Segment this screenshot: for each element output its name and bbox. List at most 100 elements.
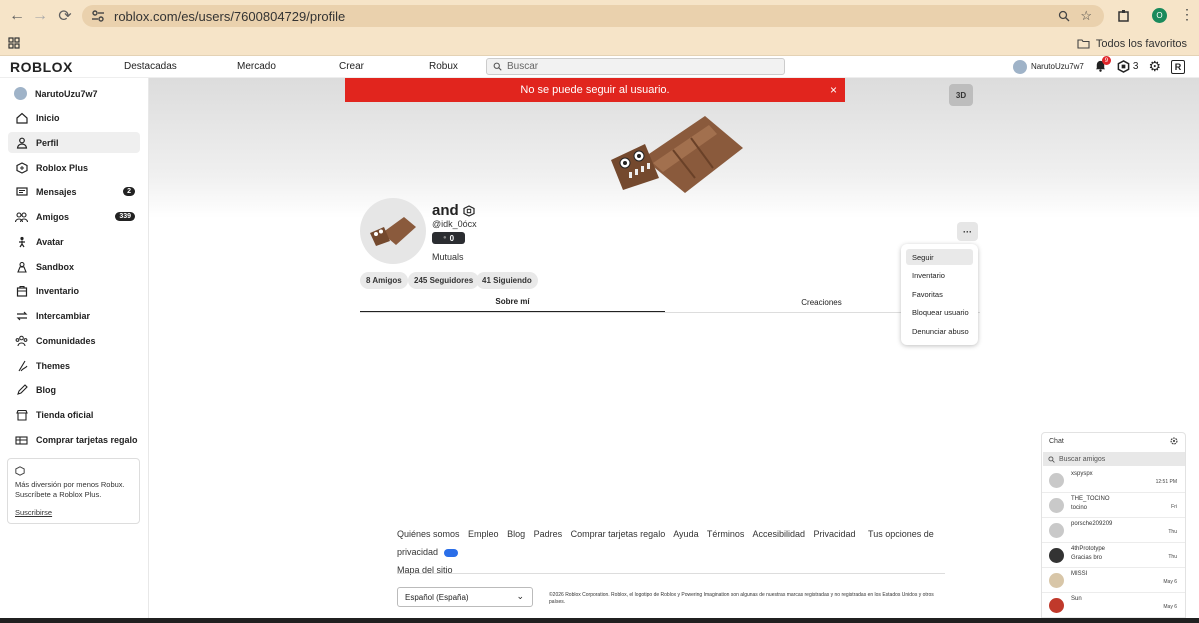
tabs-divider — [360, 312, 980, 313]
sidebar-item-tienda-oficial[interactable]: Tienda oficial — [8, 404, 140, 425]
blog-icon — [15, 383, 28, 396]
sidebar-item-avatar[interactable]: Avatar — [8, 231, 140, 252]
friends-badge: 339 — [115, 212, 135, 221]
tab-about[interactable]: Sobre mí — [360, 292, 665, 313]
all-bookmarks[interactable]: Todos los favoritos — [1077, 38, 1187, 50]
friends-count-pill[interactable]: 8 Amigos — [360, 272, 408, 289]
subscribe-link[interactable]: Suscribirse — [15, 508, 132, 518]
sidebar-user[interactable]: NarutoUzu7w7 — [14, 87, 98, 100]
privacy-toggle-icon — [444, 548, 459, 557]
error-message: No se puede seguir al usuario. — [520, 84, 670, 96]
sidebar-item-roblox-plus[interactable]: Roblox Plus — [8, 157, 140, 178]
avatar — [1012, 59, 1027, 74]
sidebar-item-label: Inventario — [36, 285, 80, 296]
sidebar-item-blog[interactable]: Blog — [8, 379, 140, 400]
sidebar-item-gift-cards[interactable]: Comprar tarjetas regalo — [8, 429, 140, 450]
bookmarks-folder-label: Todos los favoritos — [1095, 37, 1187, 50]
notifications-button[interactable]: 9 — [1094, 56, 1111, 74]
apps-grid-icon[interactable] — [8, 37, 20, 49]
extensions-icon[interactable] — [1117, 9, 1131, 23]
sidebar-item-themes[interactable]: Themes — [8, 355, 140, 376]
menu-item-block-user[interactable]: Bloquear usuario — [906, 304, 973, 320]
mutuals-label[interactable]: Mutuals — [432, 252, 464, 262]
avatar-headshot-image — [370, 217, 416, 246]
avatar-3d-model[interactable] — [605, 108, 745, 198]
menu-item-follow[interactable]: Seguir — [906, 249, 973, 265]
chat-contact-name: xspyspx — [1071, 471, 1093, 477]
chat-conversation[interactable]: xspyspx 12:51 PM — [1042, 468, 1185, 493]
address-bar[interactable]: roblox.com/es/users/7600804729/profile ☆ — [82, 5, 1104, 27]
following-count-pill[interactable]: 41 Siguiendo — [476, 272, 538, 289]
menu-kebab-icon[interactable]: ⋮ — [1180, 6, 1194, 23]
giftcard-icon — [15, 433, 28, 446]
roblox-plus-promo: Más diversión por menos Robux. Suscríbet… — [7, 458, 140, 524]
profile-avatar[interactable]: O — [1152, 8, 1167, 23]
footer-link-about[interactable]: Quiénes somos — [397, 529, 460, 539]
forward-arrow-icon[interactable]: → — [28, 4, 52, 28]
chat-contact-name: Sun — [1071, 596, 1082, 602]
taskbar-strip — [0, 618, 1199, 623]
more-options-button[interactable]: ··· — [957, 222, 978, 241]
chat-conversation[interactable]: 4thPrototype Gracias bro Thu — [1042, 543, 1185, 568]
view-3d-button[interactable]: 3D — [949, 84, 973, 106]
footer-link-help[interactable]: Ayuda — [673, 529, 698, 539]
search-input[interactable]: Buscar — [486, 58, 785, 75]
chat-title[interactable]: Chat — [1049, 438, 1064, 445]
sidebar-item-intercambiar[interactable]: Intercambiar — [8, 305, 140, 326]
footer-link-giftcards[interactable]: Comprar tarjetas regalo — [571, 529, 666, 539]
footer-link-terms[interactable]: Términos — [707, 529, 745, 539]
reload-icon[interactable]: ⟳ — [53, 4, 77, 28]
site-settings-icon[interactable] — [90, 8, 106, 24]
profile-avatar-thumbnail[interactable] — [360, 198, 426, 264]
chat-conversation[interactable]: porsche209209 Thu — [1042, 518, 1185, 543]
chat-settings-icon[interactable] — [1169, 436, 1179, 446]
star-icon[interactable]: ☆ — [1080, 8, 1092, 24]
sidebar-item-perfil[interactable]: Perfil — [8, 132, 140, 153]
menu-item-inventory[interactable]: Inventario — [906, 267, 973, 283]
trade-icon — [15, 309, 28, 322]
nav-marketplace[interactable]: Mercado — [237, 61, 276, 72]
sidebar-item-sandbox[interactable]: Sandbox — [8, 256, 140, 277]
footer-link-accessibility[interactable]: Accesibilidad — [752, 529, 805, 539]
rating-value: 0 — [449, 233, 455, 243]
gear-icon[interactable]: ⚙ — [1148, 58, 1161, 75]
sidebar-item-mensajes[interactable]: Mensajes 2 — [8, 181, 140, 202]
zoom-icon[interactable] — [1058, 10, 1070, 22]
followers-count-pill[interactable]: 245 Seguidores — [408, 272, 480, 289]
sidebar-item-inicio[interactable]: Inicio — [8, 107, 140, 128]
footer-link-parents[interactable]: Padres — [534, 529, 563, 539]
url-text: roblox.com/es/users/7600804729/profile — [114, 8, 346, 24]
sidebar-item-amigos[interactable]: Amigos 339 — [8, 206, 140, 227]
sidebar-item-comunidades[interactable]: Comunidades — [8, 330, 140, 351]
footer-divider — [397, 573, 945, 574]
footer-link-privacy[interactable]: Privacidad — [814, 529, 856, 539]
nav-featured[interactable]: Destacadas — [124, 61, 177, 72]
language-select[interactable]: Español (España) ⌄ — [397, 587, 533, 607]
nav-robux[interactable]: Robux — [429, 61, 458, 72]
roblox-r-icon[interactable]: R — [1171, 59, 1185, 74]
avatar-icon — [15, 235, 28, 248]
menu-item-favorites[interactable]: Favoritas — [906, 286, 973, 302]
header-user[interactable]: NarutoUzu7w7 — [1012, 59, 1084, 74]
menu-item-report-abuse[interactable]: Denunciar abuso — [906, 323, 973, 339]
language-value: Español (España) — [405, 592, 469, 602]
chat-conversation[interactable]: MISSI May 6 — [1042, 568, 1185, 593]
friends-icon — [15, 210, 28, 223]
profile-actions-menu: Seguir Inventario Favoritas Bloquear usu… — [901, 244, 978, 345]
back-arrow-icon[interactable]: ← — [5, 4, 29, 28]
avatar — [1049, 523, 1064, 538]
search-icon — [1048, 455, 1055, 463]
robux-icon — [1117, 60, 1130, 73]
sidebar-item-inventario[interactable]: Inventario — [8, 280, 140, 301]
footer-link-jobs[interactable]: Empleo — [468, 529, 499, 539]
chat-conversation[interactable]: Sun May 6 — [1042, 593, 1185, 618]
chat-conversation[interactable]: THE_TOCINO tocino Fri — [1042, 493, 1185, 518]
header-username: NarutoUzu7w7 — [1030, 62, 1084, 71]
close-icon[interactable]: × — [830, 83, 837, 97]
chat-search-input[interactable]: Buscar amigos — [1043, 452, 1185, 466]
footer-link-blog[interactable]: Blog — [507, 529, 525, 539]
roblox-logo[interactable]: ROBLOX — [10, 59, 73, 75]
robux-balance[interactable]: 3 — [1117, 60, 1138, 73]
footer-links: Quiénes somos Empleo Blog Padres Comprar… — [397, 525, 947, 579]
nav-create[interactable]: Crear — [339, 61, 364, 72]
